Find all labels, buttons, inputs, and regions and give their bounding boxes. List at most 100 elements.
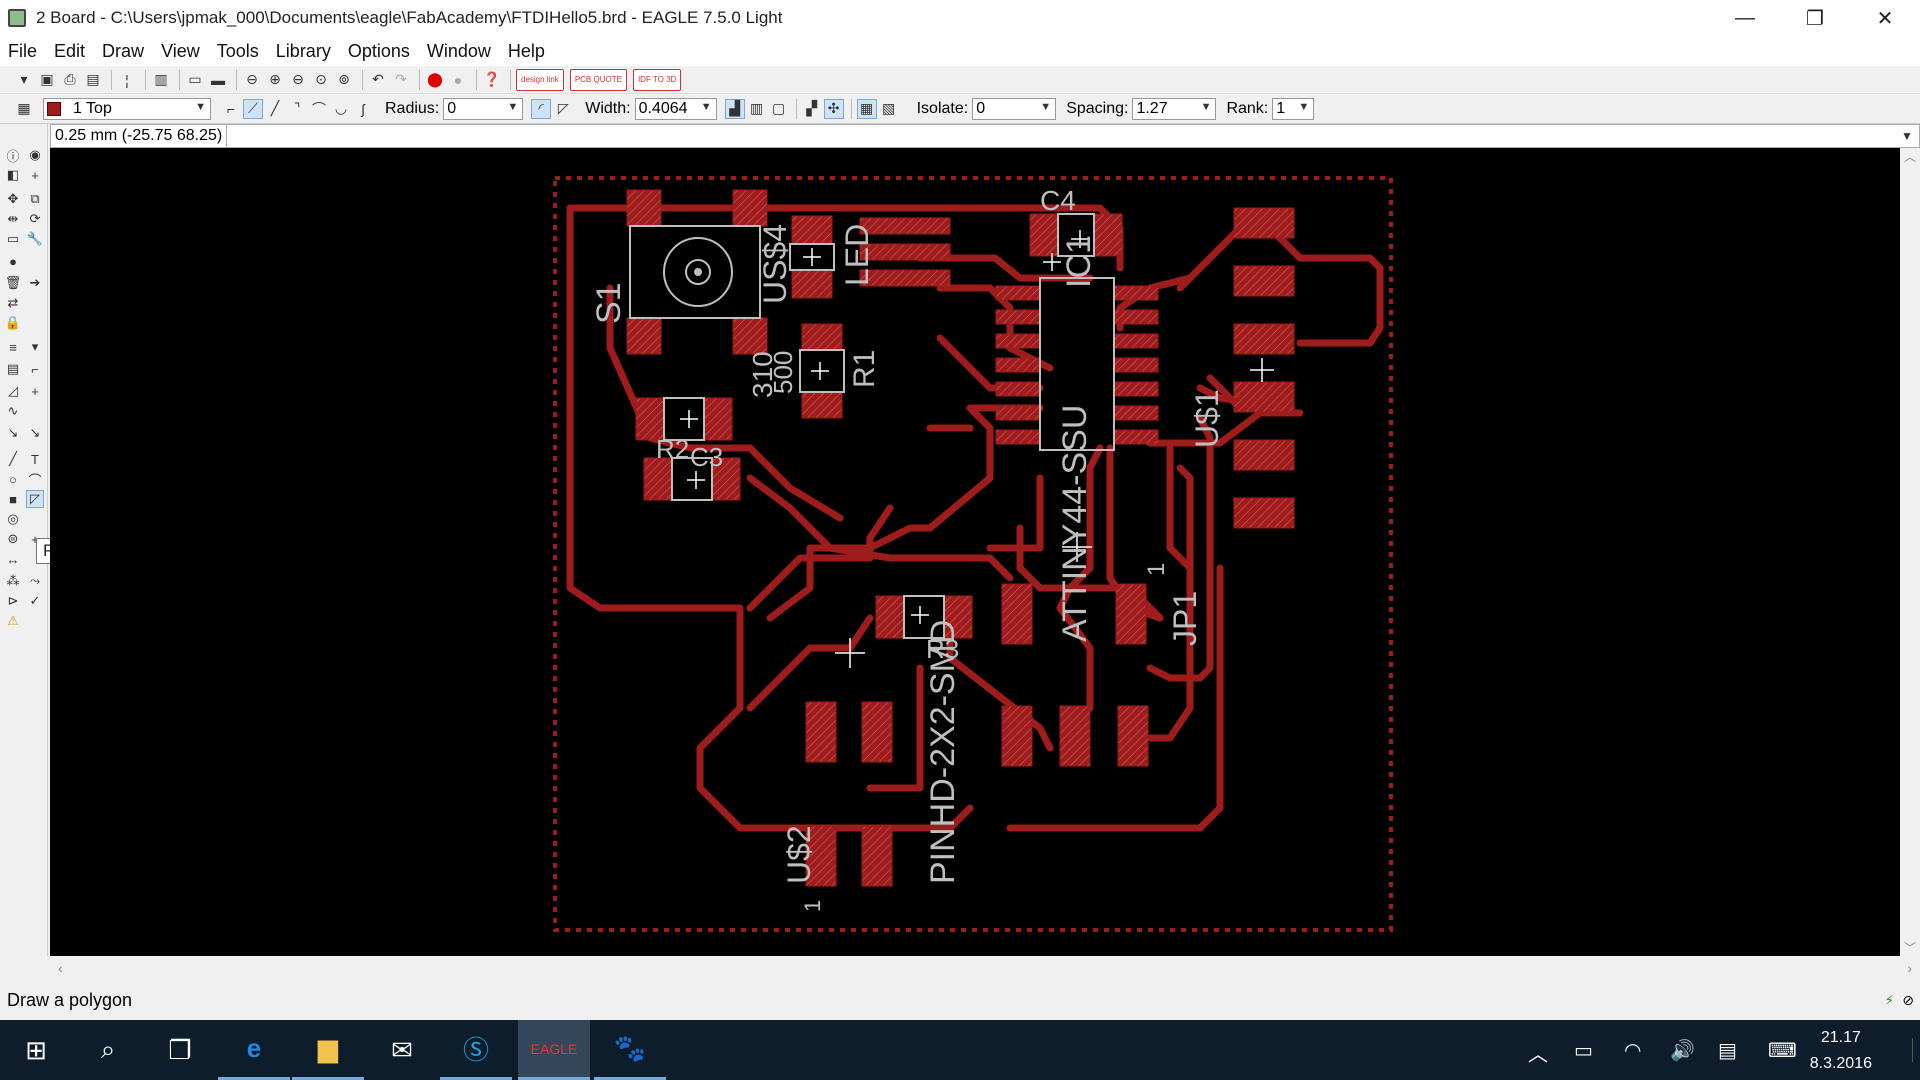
menu-file[interactable]: File — [8, 41, 37, 62]
miter-icon[interactable]: ⌐ — [26, 360, 44, 378]
add-icon[interactable]: ➔ — [26, 274, 44, 292]
rank-select[interactable]: 1 ▼ — [1272, 97, 1315, 120]
menu-help[interactable]: Help — [508, 41, 545, 62]
close-button[interactable]: ✕ — [1850, 0, 1920, 36]
errors-icon[interactable]: ⚠ — [4, 612, 22, 630]
group-icon[interactable]: ▭ — [4, 230, 22, 248]
idf-to-3d-button[interactable]: IDF TO 3D — [632, 68, 682, 91]
open-icon[interactable]: ▾ — [14, 70, 34, 90]
miter-round-icon[interactable]: ◜ — [531, 98, 552, 119]
pcb-board[interactable]: C4 IC1 S1 US$4 LED R1 500 R2 C3 U$1 ATTI… — [50, 148, 1900, 956]
menu-draw[interactable]: Draw — [102, 41, 144, 62]
help-icon[interactable]: ❓ — [482, 70, 502, 90]
scroll-right-icon[interactable]: › — [1907, 960, 1912, 976]
mail-icon[interactable]: ✉ — [366, 1020, 438, 1080]
menu-tools[interactable]: Tools — [217, 41, 259, 62]
lock-icon[interactable]: 🔒 — [4, 314, 22, 332]
schematic-icon[interactable]: ▭ — [185, 70, 205, 90]
width-select[interactable]: 0.4064 ▼ — [634, 97, 717, 120]
paste-icon[interactable]: ● — [4, 252, 22, 270]
grid-icon[interactable]: ▦ — [14, 99, 34, 119]
menu-options[interactable]: Options — [348, 41, 410, 62]
zoom-out-icon[interactable]: ⊖ — [288, 70, 308, 90]
script-icon[interactable]: ¦ — [117, 70, 137, 90]
isolate-select[interactable]: 0 ▼ — [972, 97, 1057, 120]
show-desktop[interactable] — [1912, 1038, 1918, 1062]
circle-icon[interactable]: ○ — [4, 470, 22, 488]
orphans-off-icon[interactable]: ▦ — [856, 98, 877, 119]
wire-bend-4-icon[interactable]: ⌒ — [309, 99, 329, 119]
thermals-on-icon[interactable]: ✣ — [823, 98, 844, 119]
scroll-left-icon[interactable]: ‹ — [58, 960, 63, 976]
chevron-up-icon[interactable]: ︿ — [1528, 1038, 1548, 1067]
eagle-app-icon[interactable]: EAGLE — [518, 1020, 590, 1080]
keyboard-icon[interactable]: ⌨ — [1768, 1038, 1797, 1063]
design-link-button[interactable]: design link — [516, 68, 564, 91]
value-icon[interactable]: ▾ — [26, 338, 44, 356]
wire-icon[interactable]: ╱ — [4, 450, 22, 468]
scroll-down-icon[interactable]: ﹀ — [1904, 939, 1916, 956]
radius-select[interactable]: 0 ▼ — [443, 97, 524, 120]
undo-icon[interactable]: ↶ — [368, 70, 388, 90]
signal-icon[interactable]: ⊜ — [4, 530, 22, 548]
scroll-up-icon[interactable]: ︿ — [1904, 148, 1916, 165]
menu-view[interactable]: View — [161, 41, 200, 62]
layer-select[interactable]: 1 Top ▼ — [43, 97, 211, 120]
zoom-area-icon[interactable]: ⊚ — [334, 70, 354, 90]
zoom-in-icon[interactable]: ⊕ — [265, 70, 285, 90]
clock[interactable]: 21.17 8.3.2016 — [1810, 1025, 1872, 1077]
mirror-icon[interactable]: ⇹ — [4, 210, 22, 228]
arc-icon[interactable]: ⌒ — [26, 470, 44, 488]
wire-bend-0-icon[interactable]: ⌐ — [221, 99, 241, 119]
miter-straight-icon[interactable]: ◸ — [553, 99, 573, 119]
ripup-icon[interactable]: ↘ — [26, 424, 44, 442]
pour-hatch-icon[interactable]: ▥ — [747, 99, 767, 119]
battery-icon[interactable]: ▭ — [1574, 1038, 1593, 1063]
change-icon[interactable]: 🔧 — [26, 230, 44, 248]
split-icon[interactable]: ◿ — [4, 382, 22, 400]
chevron-down-icon[interactable]: ▼ — [1901, 129, 1919, 143]
vertical-scrollbar[interactable]: ︿ ﹀ — [1900, 148, 1920, 956]
copy-icon[interactable]: ⧉ — [26, 190, 44, 208]
autorouter-icon[interactable]: ⤳ — [26, 572, 44, 590]
replace-icon[interactable]: ⇄ — [4, 294, 22, 312]
text-icon[interactable]: T — [26, 450, 44, 468]
optimize-icon[interactable]: + — [26, 382, 44, 400]
command-input[interactable] — [227, 126, 1901, 146]
pcb-quote-button[interactable]: PCB QUOTE — [569, 68, 627, 91]
menu-library[interactable]: Library — [276, 41, 331, 62]
wire-bend-5-icon[interactable]: ◡ — [331, 99, 351, 119]
mark-icon[interactable]: + — [26, 166, 44, 184]
board-icon[interactable]: ▬ — [208, 70, 228, 90]
file-explorer-icon[interactable]: ▆ — [292, 1020, 364, 1080]
wire-bend-1-icon[interactable]: ⟋ — [243, 98, 263, 119]
erc-icon[interactable]: ⊳ — [4, 592, 22, 610]
horizontal-scrollbar[interactable]: ‹ › — [50, 956, 1920, 980]
maximize-button[interactable]: ❐ — [1780, 0, 1850, 36]
wire-bend-2-icon[interactable]: ╱ — [265, 99, 285, 119]
menu-window[interactable]: Window — [427, 41, 491, 62]
drc-icon[interactable]: ✓ — [26, 592, 44, 610]
start-windows-icon[interactable]: ⊞ — [0, 1020, 72, 1080]
route-icon[interactable]: ↘ — [4, 424, 22, 442]
volume-icon[interactable]: 🔊 — [1670, 1038, 1695, 1063]
gimp-icon[interactable]: 🐾 — [594, 1020, 666, 1080]
minimize-button[interactable]: — — [1710, 0, 1780, 36]
wire-bend-3-icon[interactable]: ⌝ — [287, 99, 307, 119]
wire-bend-6-icon[interactable]: ʃ — [353, 99, 373, 119]
search-icon[interactable]: ⌕ — [72, 1020, 144, 1080]
smash-icon[interactable]: ▤ — [4, 360, 22, 378]
thermals-off-icon[interactable]: ▞ — [802, 99, 822, 119]
move-icon[interactable]: ✥ — [4, 190, 22, 208]
redo-icon[interactable]: ↷ — [391, 70, 411, 90]
zoom-fit-icon[interactable]: ⊖ — [242, 70, 262, 90]
delete-icon[interactable]: 🗑 — [4, 274, 22, 292]
layers-icon[interactable]: ◧ — [4, 166, 22, 184]
pour-solid-icon[interactable]: ▟ — [724, 98, 745, 119]
save-icon[interactable]: ▣ — [37, 70, 57, 90]
name-icon[interactable]: ≡ — [4, 338, 22, 356]
pour-outline-icon[interactable]: ▢ — [769, 99, 789, 119]
orphans-on-icon[interactable]: ▧ — [879, 99, 899, 119]
eye-icon[interactable]: ◉ — [26, 146, 44, 164]
spacing-select[interactable]: 1.27 ▼ — [1132, 97, 1217, 120]
